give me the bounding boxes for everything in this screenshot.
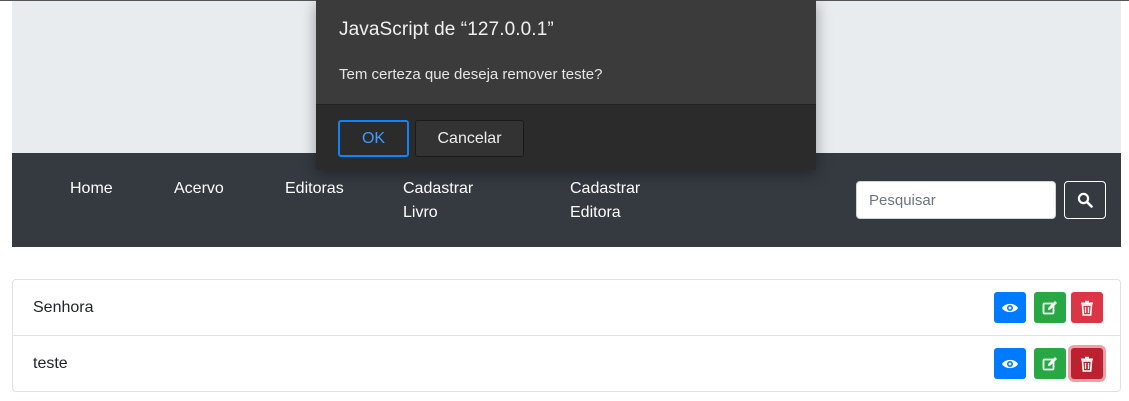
- eye-icon: [1002, 359, 1018, 368]
- nav-item-label-line2: Editora: [570, 204, 621, 221]
- list-item: Senhora: [13, 280, 1120, 336]
- cancel-button[interactable]: Cancelar: [415, 120, 524, 157]
- nav-item-label: Acervo: [174, 180, 224, 197]
- search-input[interactable]: [856, 181, 1056, 219]
- nav-item-cadastrar-livro[interactable]: Cadastrar Livro: [403, 177, 493, 225]
- view-button[interactable]: [994, 292, 1026, 323]
- trash-icon: [1081, 300, 1093, 316]
- item-name: Senhora: [33, 299, 94, 316]
- nav-item-cadastrar-editora[interactable]: Cadastrar Editora: [570, 177, 660, 225]
- edit-icon: [1042, 356, 1057, 370]
- list-item: teste: [13, 336, 1120, 392]
- delete-button[interactable]: [1071, 292, 1103, 323]
- nav-item-label: Home: [70, 180, 113, 197]
- search-button[interactable]: [1064, 181, 1106, 219]
- ok-button[interactable]: OK: [338, 120, 409, 157]
- book-list: Senhora teste: [12, 279, 1121, 392]
- edit-icon: [1042, 300, 1057, 314]
- search-icon: [1077, 192, 1093, 208]
- nav-item-label-line1: Cadastrar: [403, 180, 474, 197]
- edit-button[interactable]: [1034, 292, 1066, 323]
- view-button[interactable]: [994, 348, 1026, 379]
- trash-icon: [1081, 356, 1093, 372]
- nav-item-acervo[interactable]: Acervo: [174, 177, 224, 201]
- nav-item-editoras[interactable]: Editoras: [285, 177, 344, 201]
- item-name: teste: [33, 355, 68, 372]
- nav-item-home[interactable]: Home: [70, 177, 113, 201]
- confirm-dialog: JavaScript de “127.0.0.1” Tem certeza qu…: [316, 0, 816, 170]
- dialog-footer: OK Cancelar: [316, 104, 816, 170]
- delete-button[interactable]: [1071, 348, 1103, 379]
- eye-icon: [1002, 303, 1018, 312]
- dialog-message: Tem certeza que deseja remover teste?: [339, 66, 603, 83]
- dialog-title: JavaScript de “127.0.0.1”: [339, 19, 554, 40]
- nav-item-label-line1: Cadastrar: [570, 180, 641, 197]
- nav-item-label-line2: Livro: [403, 204, 438, 221]
- edit-button[interactable]: [1034, 348, 1066, 379]
- nav-item-label: Editoras: [285, 180, 344, 197]
